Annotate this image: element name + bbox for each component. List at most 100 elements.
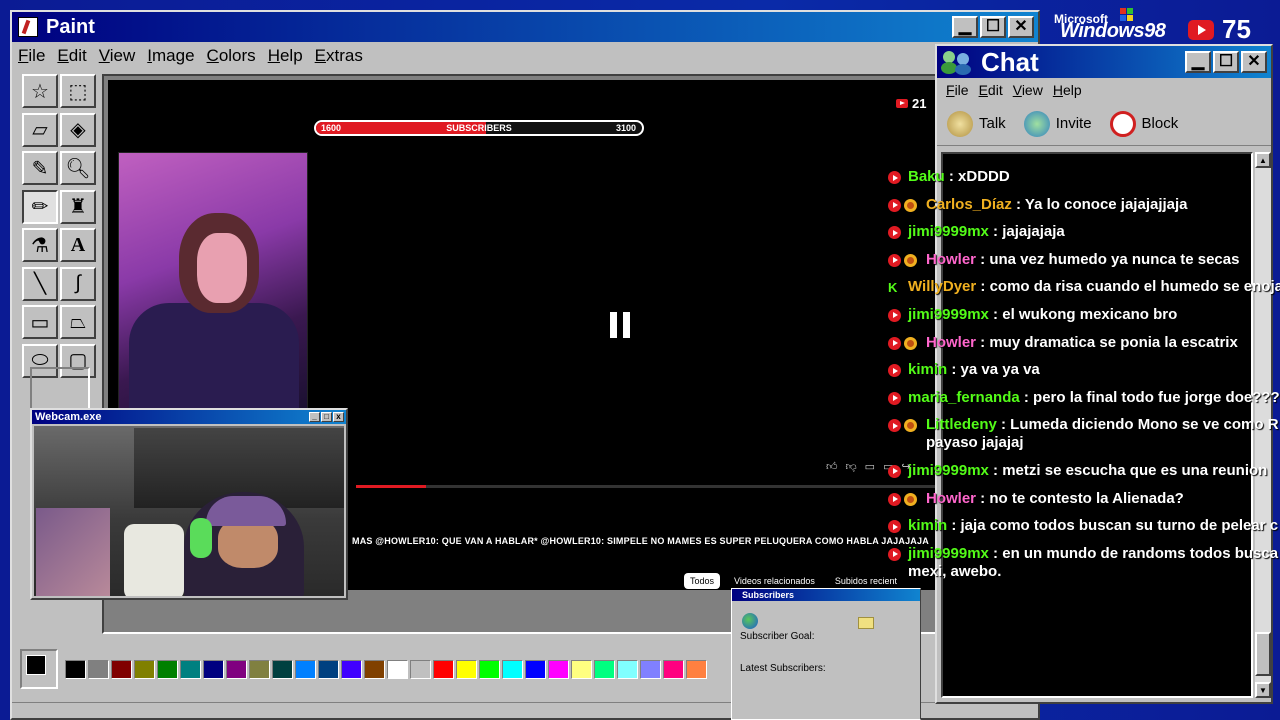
- chat-message: jimi9999mx : en un mundo de randoms todo…: [888, 545, 1280, 581]
- chat-menu-edit[interactable]: Edit: [974, 82, 1008, 98]
- color-swatch[interactable]: [294, 659, 316, 679]
- invite-button[interactable]: Invite: [1023, 110, 1092, 137]
- dislike-icon[interactable]: 👎︎: [846, 460, 857, 473]
- color-swatch[interactable]: [363, 659, 385, 679]
- color-swatch[interactable]: [547, 659, 569, 679]
- video-progress[interactable]: [356, 485, 936, 488]
- chat-username[interactable]: Howler: [926, 334, 976, 351]
- color-swatch[interactable]: [248, 659, 270, 679]
- color-swatch[interactable]: [317, 659, 339, 679]
- chat-username[interactable]: kimin: [908, 361, 947, 378]
- fill-tool-icon[interactable]: ◈: [60, 112, 96, 147]
- color-swatch[interactable]: [179, 659, 201, 679]
- rect-select-tool-icon[interactable]: ⬚: [60, 74, 96, 108]
- color-swatch[interactable]: [501, 659, 523, 679]
- color-picker-tool-icon[interactable]: ✎: [22, 151, 58, 185]
- pencil-tool-icon[interactable]: ✏: [22, 189, 58, 224]
- pause-icon[interactable]: [610, 312, 632, 338]
- color-swatch[interactable]: [432, 659, 454, 679]
- color-swatch[interactable]: [570, 659, 592, 679]
- chat-menu-file[interactable]: File: [941, 82, 974, 98]
- menu-help[interactable]: Help: [262, 46, 309, 66]
- magnifier-tool-icon[interactable]: 🔍︎: [60, 151, 96, 185]
- menu-image[interactable]: Image: [141, 46, 200, 66]
- minimize-button[interactable]: ▁: [952, 16, 978, 38]
- free-select-tool-icon[interactable]: ☆: [22, 74, 58, 108]
- color-swatch[interactable]: [524, 659, 546, 679]
- latest-subscribers-label: Latest Subscribers:: [740, 663, 826, 674]
- scroll-down-icon[interactable]: ▼: [1255, 682, 1271, 698]
- airbrush-tool-icon[interactable]: ⚗: [22, 228, 58, 262]
- chat-username[interactable]: Carlos_Díaz: [926, 196, 1012, 213]
- rectangle-tool-icon[interactable]: ▭: [22, 305, 58, 339]
- windows98-text: Windows98: [1060, 20, 1166, 42]
- chat-username[interactable]: jimi9999mx: [908, 462, 989, 479]
- color-swatch[interactable]: [133, 659, 155, 679]
- chat-menu-help[interactable]: Help: [1048, 82, 1087, 98]
- tab-videos-relacionados[interactable]: Videos relacionados: [728, 573, 821, 589]
- youtube-badge-icon: [888, 419, 901, 433]
- tab-todos[interactable]: Todos: [684, 573, 721, 589]
- chat-username[interactable]: WillyDyer: [908, 278, 976, 295]
- maximize-button[interactable]: ☐: [980, 16, 1006, 38]
- chat-username[interactable]: kimin: [908, 517, 947, 534]
- color-swatch[interactable]: [455, 659, 477, 679]
- webcam-titlebar[interactable]: Webcam.exe _ □ x: [32, 410, 346, 424]
- youtube-badge-icon: [888, 364, 901, 378]
- color-swatch[interactable]: [593, 659, 615, 679]
- chat-maximize-button[interactable]: ☐: [1213, 51, 1239, 73]
- block-button[interactable]: Block: [1109, 110, 1178, 137]
- brush-tool-icon[interactable]: ♜: [60, 189, 96, 224]
- color-swatch[interactable]: [340, 659, 362, 679]
- color-swatch[interactable]: [202, 659, 224, 679]
- chat-username[interactable]: jimi9999mx: [908, 223, 989, 240]
- current-colors[interactable]: [20, 649, 58, 689]
- color-swatch[interactable]: [225, 659, 247, 679]
- scroll-up-icon[interactable]: ▲: [1255, 152, 1271, 168]
- color-swatch[interactable]: [685, 659, 707, 679]
- like-icon[interactable]: 👍︎: [826, 460, 838, 473]
- chat-titlebar[interactable]: Chat ▁ ☐ ✕: [937, 46, 1271, 78]
- chat-username[interactable]: Littledeny: [926, 416, 997, 433]
- chat-username[interactable]: Howler: [926, 251, 976, 268]
- color-swatch[interactable]: [87, 659, 109, 679]
- color-swatch[interactable]: [639, 659, 661, 679]
- comment-icon[interactable]: ▭: [865, 460, 875, 473]
- subscribers-titlebar[interactable]: Subscribers: [732, 589, 920, 601]
- eraser-tool-icon[interactable]: ▱: [22, 112, 58, 147]
- color-swatch[interactable]: [616, 659, 638, 679]
- color-swatch[interactable]: [386, 659, 408, 679]
- menu-colors[interactable]: Colors: [201, 46, 262, 66]
- color-swatch[interactable]: [271, 659, 293, 679]
- menu-edit[interactable]: Edit: [51, 46, 92, 66]
- chat-username[interactable]: maria_fernanda: [908, 389, 1020, 406]
- text-tool-icon[interactable]: A: [60, 228, 96, 262]
- close-button[interactable]: ✕: [1008, 16, 1034, 38]
- color-swatch[interactable]: [662, 659, 684, 679]
- chat-username[interactable]: jimi9999mx: [908, 545, 989, 562]
- webcam-minimize-button[interactable]: _: [309, 412, 320, 422]
- menu-extras[interactable]: Extras: [309, 46, 369, 66]
- color-swatch[interactable]: [156, 659, 178, 679]
- menu-file[interactable]: File: [12, 46, 51, 66]
- chat-minimize-button[interactable]: ▁: [1185, 51, 1211, 73]
- curve-tool-icon[interactable]: ∫: [60, 266, 96, 301]
- color-swatch[interactable]: [64, 659, 86, 679]
- color-swatch[interactable]: [409, 659, 431, 679]
- chat-menu-view[interactable]: View: [1008, 82, 1048, 98]
- chat-close-button[interactable]: ✕: [1241, 51, 1267, 73]
- webcam-close-button[interactable]: x: [333, 412, 344, 422]
- polygon-tool-icon[interactable]: ⏢: [60, 305, 96, 339]
- line-tool-icon[interactable]: ╲: [22, 266, 58, 301]
- talk-button[interactable]: Talk: [947, 110, 1006, 137]
- color-swatch[interactable]: [478, 659, 500, 679]
- paint-titlebar[interactable]: Paint ▁ ☐ ✕: [12, 12, 1038, 42]
- chat-username[interactable]: Baku: [908, 168, 945, 185]
- moderator-badge-icon: [904, 198, 917, 212]
- webcam-maximize-button[interactable]: □: [321, 412, 332, 422]
- chat-username[interactable]: Howler: [926, 490, 976, 507]
- chat-username[interactable]: jimi9999mx: [908, 306, 989, 323]
- scroll-thumb[interactable]: [1255, 632, 1271, 676]
- color-swatch[interactable]: [110, 659, 132, 679]
- menu-view[interactable]: View: [93, 46, 142, 66]
